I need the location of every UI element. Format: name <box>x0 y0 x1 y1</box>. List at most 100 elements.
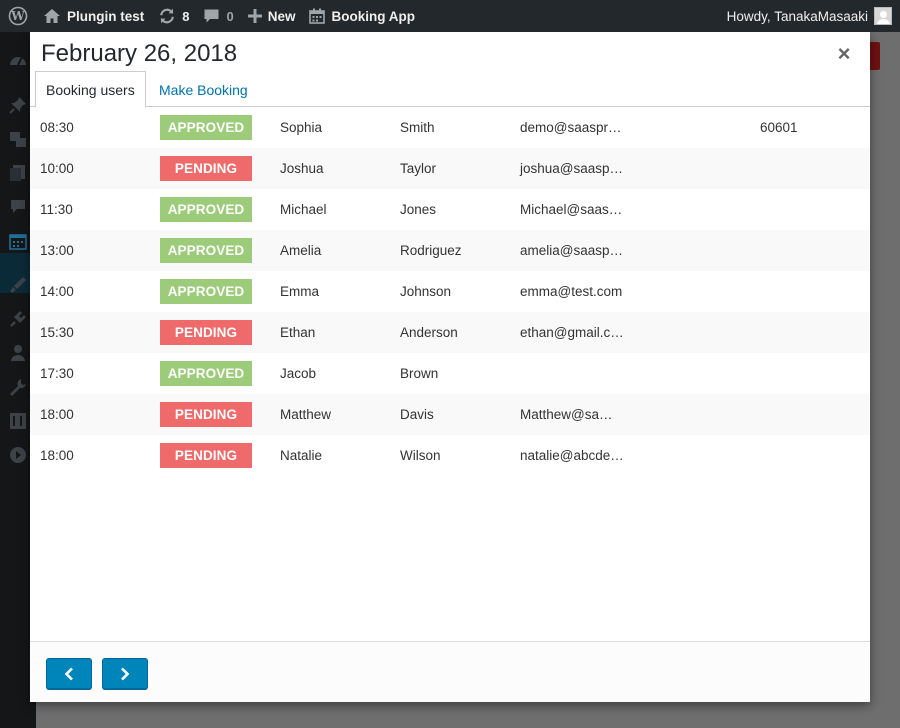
email: joshua@saasp… <box>520 161 624 176</box>
status-badge: APPROVED <box>160 238 252 263</box>
first-name: Amelia <box>280 243 322 258</box>
booking-time: 18:00 <box>40 448 74 463</box>
collapse-menu-icon[interactable] <box>9 446 27 464</box>
first-name: Jacob <box>280 366 317 381</box>
tab-booking-users[interactable]: Booking users <box>35 71 146 108</box>
booking-row[interactable]: 15:30 PENDING Ethan Anderson ethan@gmail… <box>30 312 870 353</box>
avatar <box>874 7 892 25</box>
home-icon <box>44 9 60 23</box>
booking-list: 08:30 APPROVED Sophia Smith demo@saaspr…… <box>30 107 870 476</box>
overlay-background <box>36 702 900 728</box>
last-name: Johnson <box>400 284 452 299</box>
booking-row[interactable]: 17:30 APPROVED Jacob Brown <box>30 353 870 394</box>
booking-app-link[interactable]: Booking App <box>302 0 422 32</box>
updates-link[interactable]: 8 <box>151 0 196 32</box>
status-badge: PENDING <box>160 443 252 468</box>
last-name: Jones <box>400 202 437 217</box>
plus-icon <box>247 9 262 23</box>
booking-row[interactable]: 18:00 PENDING Matthew Davis Matthew@sa… <box>30 394 870 435</box>
howdy-text: Howdy, TanakaMasaaki <box>726 8 868 24</box>
refresh-icon <box>160 8 175 24</box>
my-account-link[interactable]: Howdy, TanakaMasaaki <box>720 0 900 32</box>
comments-count: 0 <box>226 8 234 24</box>
tab-make-booking[interactable]: Make Booking <box>148 71 259 108</box>
svg-text:W: W <box>10 9 25 23</box>
status-badge: APPROVED <box>160 115 252 140</box>
last-name: Taylor <box>400 161 437 176</box>
pages-icon[interactable] <box>9 164 27 182</box>
calendar-icon <box>309 8 326 24</box>
close-icon[interactable]: × <box>834 43 854 65</box>
admin-bar: W Plungin test 8 0 New Booking App Howdy… <box>0 0 900 32</box>
chevron-left-icon <box>64 667 73 680</box>
modal-tabs: Booking users Make Booking <box>30 70 870 108</box>
email: Michael@saas… <box>520 202 623 217</box>
last-name: Smith <box>400 120 435 135</box>
status-badge: PENDING <box>160 402 252 427</box>
first-name: Emma <box>280 284 320 299</box>
comment-icon <box>204 9 219 23</box>
booking-row[interactable]: 18:00 PENDING Natalie Wilson natalie@abc… <box>30 435 870 476</box>
settings-icon[interactable] <box>9 412 27 430</box>
first-name: Natalie <box>280 448 323 463</box>
email: ethan@gmail.c… <box>520 325 624 340</box>
status-badge: PENDING <box>160 156 252 181</box>
site-name: Plungin test <box>67 8 145 24</box>
booking-day-modal: February 26, 2018 × Booking users Make B… <box>30 32 870 702</box>
booking-time: 18:00 <box>40 407 74 422</box>
modal-footer <box>30 641 870 702</box>
first-name: Michael <box>280 202 327 217</box>
wordpress-icon: W <box>8 6 28 26</box>
email: natalie@abcde… <box>520 448 624 463</box>
users-icon[interactable] <box>9 344 27 362</box>
last-name: Brown <box>400 366 439 381</box>
booking-row[interactable]: 11:30 APPROVED Michael Jones Michael@saa… <box>30 189 870 230</box>
booking-app-label: Booking App <box>331 8 415 24</box>
booking-time: 15:30 <box>40 325 74 340</box>
status-badge: APPROVED <box>160 197 252 222</box>
last-name: Rodriguez <box>400 243 462 258</box>
booking-time: 13:00 <box>40 243 74 258</box>
booking-row[interactable]: 13:00 APPROVED Amelia Rodriguez amelia@s… <box>30 230 870 271</box>
status-badge: PENDING <box>160 320 252 345</box>
updates-count: 8 <box>182 8 190 24</box>
booking-row[interactable]: 14:00 APPROVED Emma Johnson emma@test.co… <box>30 271 870 312</box>
media-icon[interactable] <box>9 130 27 148</box>
first-name: Ethan <box>280 325 316 340</box>
tools-icon[interactable] <box>9 378 27 396</box>
site-name-link[interactable]: Plungin test <box>36 0 151 32</box>
email: demo@saaspr… <box>520 120 622 135</box>
plugins-icon[interactable] <box>9 310 27 328</box>
booking-row[interactable]: 08:30 APPROVED Sophia Smith demo@saaspr…… <box>30 107 870 148</box>
booking-time: 10:00 <box>40 161 74 176</box>
new-label: New <box>267 8 296 24</box>
appearance-icon[interactable] <box>9 276 27 294</box>
zip-code: 60601 <box>760 120 798 135</box>
email: emma@test.com <box>520 284 623 299</box>
booking-time: 11:30 <box>40 202 73 217</box>
status-badge: APPROVED <box>160 279 252 304</box>
email: amelia@saasp… <box>520 243 623 258</box>
new-content-link[interactable]: New <box>241 0 303 32</box>
first-name: Matthew <box>280 407 332 422</box>
previous-day-button[interactable] <box>46 658 92 689</box>
next-day-button[interactable] <box>102 658 148 689</box>
comments-link[interactable]: 0 <box>196 0 240 32</box>
booking-row[interactable]: 10:00 PENDING Joshua Taylor joshua@saasp… <box>30 148 870 189</box>
wordpress-logo-button[interactable]: W <box>0 0 36 32</box>
pin-icon[interactable] <box>9 96 27 114</box>
booking-calendar-menu-icon[interactable] <box>9 232 27 250</box>
status-badge: APPROVED <box>160 361 252 386</box>
booking-time: 17:30 <box>40 366 74 381</box>
first-name: Sophia <box>280 120 323 135</box>
booking-time: 08:30 <box>40 120 74 135</box>
email: Matthew@sa… <box>520 407 613 422</box>
last-name: Wilson <box>400 448 441 463</box>
chevron-right-icon <box>121 667 130 680</box>
first-name: Joshua <box>280 161 324 176</box>
last-name: Davis <box>400 407 434 422</box>
comments-menu-icon[interactable] <box>9 198 27 216</box>
booking-time: 14:00 <box>40 284 74 299</box>
dashboard-icon[interactable] <box>9 52 27 70</box>
last-name: Anderson <box>400 325 458 340</box>
